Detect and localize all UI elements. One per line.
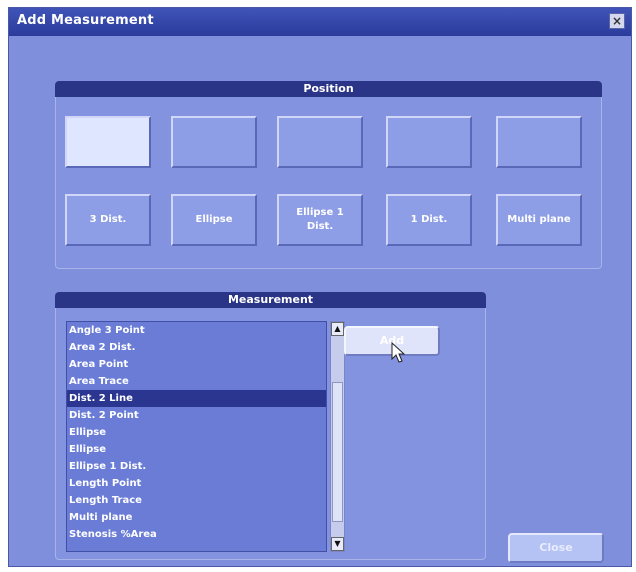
scroll-down-icon[interactable]: ▼: [331, 537, 344, 551]
position-button-multi-plane[interactable]: Multi plane: [496, 194, 582, 246]
list-item[interactable]: Area Point: [67, 356, 326, 373]
position-button-ellipse[interactable]: Ellipse: [171, 194, 257, 246]
position-slot-3[interactable]: [277, 116, 363, 168]
close-button[interactable]: Close: [508, 533, 604, 563]
scroll-thumb[interactable]: [332, 382, 343, 522]
position-button-3-dist[interactable]: 3 Dist.: [65, 194, 151, 246]
position-group: Position 3 Dist. Ellipse Ellipse 1 Dist.…: [55, 81, 602, 269]
list-item[interactable]: Dist. 2 Point: [67, 407, 326, 424]
mouse-cursor-icon: [391, 342, 405, 363]
list-item[interactable]: Ellipse: [67, 424, 326, 441]
scroll-up-icon[interactable]: ▲: [331, 322, 344, 336]
list-item[interactable]: Angle 3 Point: [67, 322, 326, 339]
measurement-list[interactable]: Angle 3 Point Area 2 Dist. Area Point Ar…: [66, 321, 327, 552]
list-item[interactable]: Length Trace: [67, 492, 326, 509]
list-item[interactable]: Ellipse 1 Dist.: [67, 458, 326, 475]
position-slot-2[interactable]: [171, 116, 257, 168]
dialog-title: Add Measurement: [17, 13, 154, 28]
position-slot-4[interactable]: [386, 116, 472, 168]
list-item[interactable]: Multi plane: [67, 509, 326, 526]
title-bar: Add Measurement ×: [9, 8, 631, 36]
list-item-selected[interactable]: Dist. 2 Line: [67, 390, 326, 407]
list-item[interactable]: Ellipse: [67, 441, 326, 458]
position-slot-1[interactable]: [65, 116, 151, 168]
list-item[interactable]: Length Point: [67, 475, 326, 492]
measurement-header: Measurement: [55, 292, 486, 308]
add-measurement-dialog: Add Measurement × Position 3 Dist. Ellip…: [8, 7, 632, 567]
position-slot-5[interactable]: [496, 116, 582, 168]
list-item[interactable]: Area Trace: [67, 373, 326, 390]
list-item[interactable]: Area 2 Dist.: [67, 339, 326, 356]
list-scrollbar[interactable]: ▲ ▼: [330, 321, 345, 552]
position-button-ellipse-1-dist[interactable]: Ellipse 1 Dist.: [277, 194, 363, 246]
position-button-1-dist[interactable]: 1 Dist.: [386, 194, 472, 246]
list-item[interactable]: Stenosis %Area: [67, 526, 326, 543]
position-header: Position: [55, 81, 602, 97]
close-icon[interactable]: ×: [609, 13, 625, 29]
